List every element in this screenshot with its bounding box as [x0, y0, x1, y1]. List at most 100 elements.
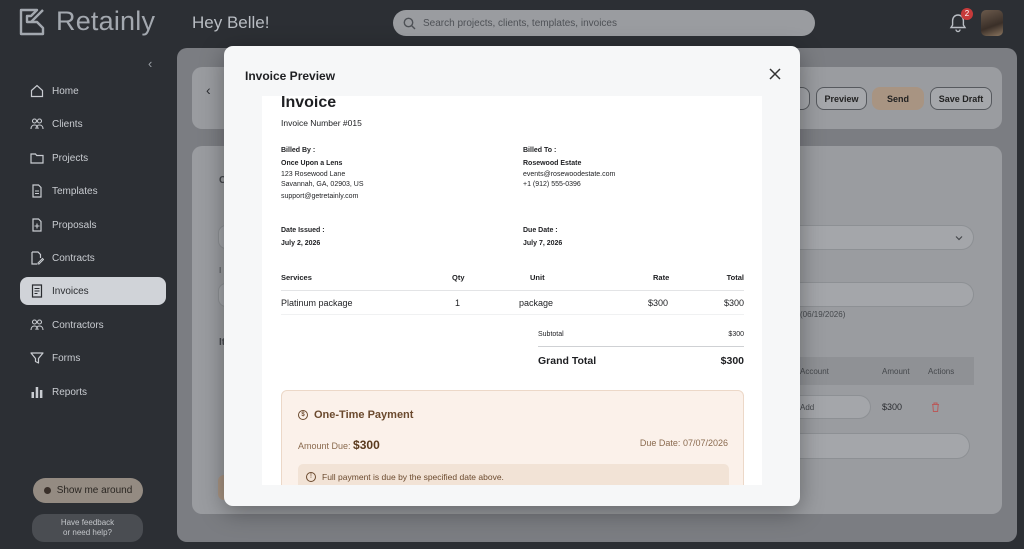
- row-divider: [281, 314, 744, 315]
- billed-to-phone: +1 (912) 555-0396: [523, 181, 581, 188]
- sidebar-item-forms[interactable]: Forms: [20, 344, 166, 372]
- col-qty: Qty: [452, 273, 465, 282]
- top-bar: Retainly Hey Belle! Search projects, cli…: [0, 0, 1024, 48]
- billed-by-email: support@getretainly.com: [281, 193, 359, 200]
- save-draft-button[interactable]: Save Draft: [930, 87, 992, 110]
- sidebar-item-label: Reports: [52, 386, 88, 398]
- send-button[interactable]: Send: [872, 87, 924, 110]
- sidebar-item-contracts[interactable]: Contracts: [20, 244, 166, 272]
- col-services: Services: [281, 273, 312, 282]
- col-rate: Rate: [653, 273, 670, 282]
- subtotal-divider: [538, 346, 744, 347]
- sidebar-item-reports[interactable]: Reports: [20, 378, 166, 406]
- grand-total-value: $300: [720, 355, 744, 367]
- subtotal-value: $300: [728, 331, 744, 338]
- billed-to-name: Rosewood Estate: [523, 160, 582, 167]
- due-date-label: Due Date :: [523, 227, 558, 234]
- file-sign-icon: [31, 251, 44, 265]
- sidebar-item-label: Contractors: [52, 319, 104, 331]
- sidebar-item-label: Home: [52, 85, 79, 97]
- receipt-icon: [31, 284, 43, 298]
- payment-note: ! Full payment is due by the specified d…: [298, 464, 729, 485]
- document-icon: [32, 184, 42, 198]
- payment-due-date-label: Due Date:: [639, 438, 681, 448]
- billed-to-label: Billed To :: [523, 147, 557, 154]
- preview-button[interactable]: Preview: [816, 87, 867, 110]
- sidebar-item-home[interactable]: Home: [20, 77, 166, 105]
- col-unit: Unit: [530, 273, 545, 282]
- sidebar-item-label: Templates: [52, 185, 98, 197]
- col-account: Account: [800, 367, 829, 376]
- date-issued: July 2, 2026: [281, 240, 321, 247]
- invoice-number: Invoice Number #015: [281, 118, 362, 128]
- select-field[interactable]: [780, 225, 974, 250]
- payment-due-date-value: 07/07/2026: [682, 438, 728, 448]
- feedback-button[interactable]: Have feedback or need help?: [32, 514, 143, 542]
- payment-due-date: Due Date: 07/07/2026: [640, 438, 728, 448]
- greeting: Hey Belle!: [192, 13, 270, 32]
- billed-to-email: events@rosewoodestate.com: [523, 171, 616, 178]
- col-total: Total: [726, 273, 744, 282]
- row-amount: $300: [882, 402, 903, 412]
- payment-note-text: Full payment is due by the specified dat…: [322, 472, 504, 482]
- folder-icon: [30, 153, 44, 164]
- col-actions: Actions: [928, 367, 955, 376]
- modal-title: Invoice Preview: [245, 69, 336, 83]
- sidebar-item-label: Invoices: [52, 285, 89, 297]
- sidebar-item-label: Contracts: [52, 252, 95, 264]
- search-icon: [403, 17, 416, 29]
- dollar-coin-icon: $: [298, 410, 308, 420]
- date-field[interactable]: [780, 282, 974, 307]
- add-item-field[interactable]: [780, 433, 970, 459]
- file-plus-icon: [32, 218, 42, 232]
- funnel-icon: [30, 352, 44, 364]
- payment-title-text: One-Time Payment: [314, 409, 414, 421]
- sidebar-item-projects[interactable]: Projects: [20, 144, 166, 172]
- header-divider: [281, 290, 744, 291]
- show-me-around-button[interactable]: Show me around: [33, 478, 143, 503]
- invoice-document[interactable]: Invoice Invoice Number #015 Billed By : …: [262, 96, 762, 485]
- sidebar-item-label: Proposals: [52, 219, 97, 231]
- billed-by-label: Billed By :: [281, 147, 316, 154]
- users-icon: [30, 118, 44, 130]
- bar-chart-icon: [31, 387, 43, 398]
- amount-due-label: Amount Due:: [298, 441, 351, 451]
- payment-title: $ One-Time Payment: [298, 409, 413, 421]
- account-placeholder: Add: [800, 403, 815, 412]
- sidebar-item-contractors[interactable]: Contractors: [20, 311, 166, 339]
- row-qty: 1: [455, 298, 461, 308]
- back-icon[interactable]: ‹: [206, 82, 211, 98]
- search-placeholder: Search projects, clients, templates, inv…: [423, 17, 617, 29]
- row-rate: $300: [648, 298, 669, 308]
- sidebar-item-clients[interactable]: Clients: [20, 110, 166, 138]
- subtotal-label: Subtotal: [538, 331, 564, 338]
- feedback-line-1: Have feedback: [60, 518, 115, 527]
- chevron-down-icon: [955, 236, 963, 241]
- sidebar-item-label: Forms: [52, 352, 81, 364]
- grand-total-label: Grand Total: [538, 355, 597, 367]
- row-unit: package: [519, 298, 554, 308]
- payment-box: $ One-Time Payment Amount Due: $300 Due …: [281, 390, 744, 485]
- sidebar-item-proposals[interactable]: Proposals: [20, 211, 166, 239]
- trash-icon[interactable]: [931, 402, 940, 412]
- logo-text: Retainly: [56, 6, 156, 36]
- col-amount: Amount: [882, 367, 910, 376]
- logo[interactable]: Retainly: [18, 6, 155, 37]
- sidebar-item-invoices[interactable]: Invoices: [20, 277, 166, 305]
- home-icon: [30, 84, 44, 98]
- row-service: Platinum package: [281, 298, 353, 308]
- close-icon[interactable]: [768, 67, 782, 81]
- contractor-icon: [30, 319, 44, 331]
- info-icon: !: [306, 472, 316, 482]
- date-hint: (06/19/2026): [800, 310, 846, 319]
- sidebar-item-templates[interactable]: Templates: [20, 177, 166, 205]
- logo-icon: [19, 8, 45, 35]
- tour-label: Show me around: [56, 485, 133, 496]
- avatar[interactable]: [981, 10, 1003, 36]
- invoice-heading: Invoice: [281, 96, 337, 111]
- due-date: July 7, 2026: [523, 240, 563, 247]
- search-input[interactable]: Search projects, clients, templates, inv…: [393, 10, 815, 36]
- field-label-fragment: I: [219, 266, 222, 275]
- feedback-line-2: or need help?: [63, 528, 112, 537]
- collapse-sidebar-icon[interactable]: ‹: [148, 56, 152, 71]
